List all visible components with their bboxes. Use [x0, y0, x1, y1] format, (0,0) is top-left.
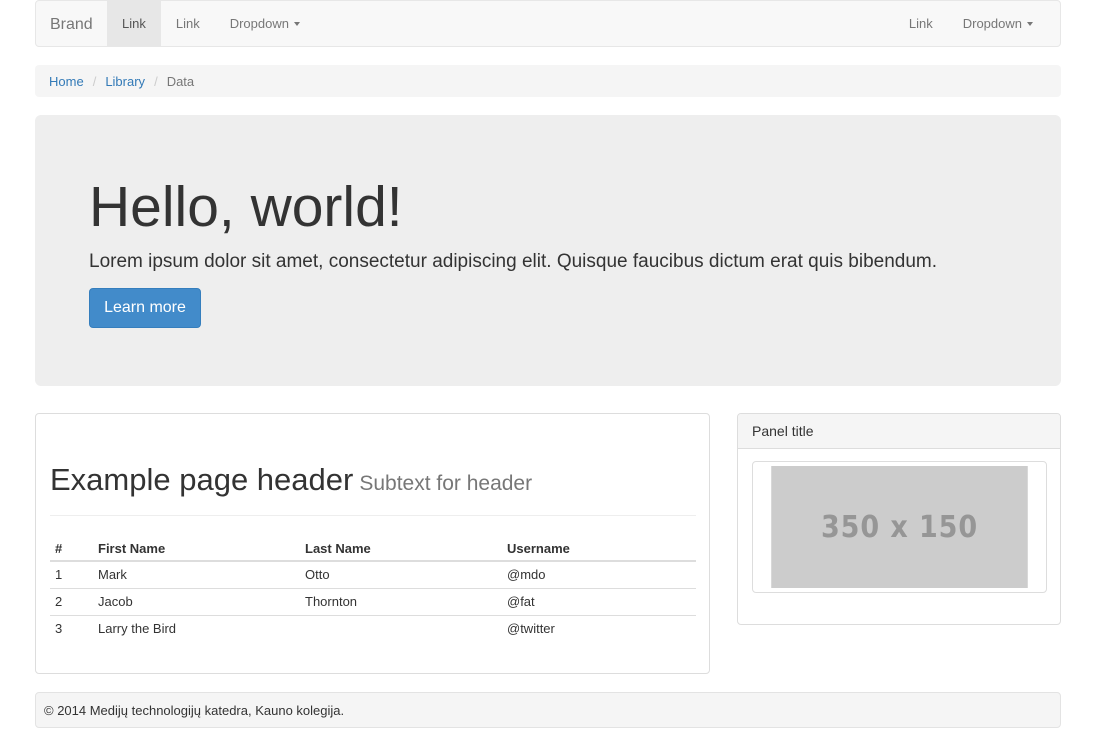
nav-link-1-label: Link [122, 16, 146, 31]
breadcrumb: Home / Library / Data [35, 65, 1061, 97]
nav-link-2[interactable]: Link [161, 1, 215, 46]
table-cell: @mdo [502, 561, 696, 589]
breadcrumb-home[interactable]: Home [49, 74, 84, 89]
caret-down-icon [293, 22, 300, 26]
navbar-right-menu: Link Dropdown [894, 1, 1048, 46]
table-cell: Mark [93, 561, 300, 589]
jumbotron-title: Hello, world! [89, 175, 403, 239]
footer: © 2014 Medijų technologijų katedra, Kaun… [35, 692, 1061, 728]
nav-link-2-label: Link [175, 16, 200, 31]
side-panel-heading: Panel title [738, 414, 1060, 449]
table-row: 1 Mark Otto @mdo [50, 561, 696, 589]
table-row: 2 Jacob Thornton @fat [50, 588, 696, 616]
page-header-title: Example page header Subtext for header [50, 458, 696, 506]
table-cell: Jacob [93, 588, 300, 616]
table-cell: Larry the Bird [98, 621, 177, 637]
nav-link-1[interactable]: Link [107, 1, 161, 46]
table-cell: 1 [50, 561, 93, 589]
nav-link-right-label: Link [908, 16, 933, 31]
nav-dropdown-right-label: Dropdown [962, 16, 1022, 31]
navbar-brand[interactable]: Brand [50, 1, 93, 46]
column-header-last-name: Last Name [300, 534, 502, 562]
jumbotron-text: Lorem ipsum dolor sit amet, consectetur … [89, 251, 938, 272]
navbar: Brand Link Link Dropdown Link Dropdown [35, 0, 1061, 47]
nav-dropdown-left-label: Dropdown [229, 16, 289, 31]
learn-more-button[interactable]: Learn more [89, 288, 201, 328]
placeholder-image-label: 350 x 150 [820, 509, 979, 545]
page: Brand Link Link Dropdown Link Dropdown H… [0, 0, 1094, 737]
table-cell: @fat [502, 588, 696, 616]
column-header-username: Username [502, 534, 696, 562]
table-cell: @twitter [507, 621, 555, 637]
table-header-row: # First Name Last Name Username [50, 534, 696, 562]
breadcrumb-current: Data [166, 73, 195, 89]
thumbnail: 350 x 150 [752, 461, 1047, 593]
side-panel: Panel title 350 x 150 [737, 413, 1061, 625]
nav-link-right[interactable]: Link [894, 1, 948, 46]
side-panel-title: Panel title [752, 423, 814, 439]
breadcrumb-separator: / [92, 73, 97, 89]
nav-dropdown-left[interactable]: Dropdown [215, 1, 315, 46]
page-header-title-text: Example page header [50, 462, 354, 497]
page-header-subtext: Subtext for header [359, 472, 533, 495]
table-row: 3 Larry the Bird @twitter [50, 615, 696, 642]
table-cell: 3 [55, 621, 63, 637]
table-cell: 2 [50, 588, 93, 616]
column-header-number: # [50, 534, 93, 562]
placeholder-image: 350 x 150 [771, 466, 1028, 588]
table-cell [300, 615, 502, 642]
table-cell: Otto [300, 561, 502, 589]
caret-down-icon [1027, 22, 1033, 26]
navbar-left-menu: Link Link Dropdown [107, 1, 315, 46]
table-cell: Thornton [300, 588, 502, 616]
breadcrumb-library[interactable]: Library [105, 74, 145, 89]
users-table: # First Name Last Name Username 1 Mark O… [50, 534, 696, 642]
breadcrumb-separator: / [154, 73, 158, 89]
page-header: Example page header Subtext for header [50, 458, 696, 516]
jumbotron: Hello, world! Lorem ipsum dolor sit amet… [35, 115, 1061, 386]
main-panel: Example page header Subtext for header # … [35, 413, 710, 674]
nav-dropdown-right[interactable]: Dropdown [948, 1, 1048, 46]
footer-text: © 2014 Medijų technologijų katedra, Kaun… [44, 702, 345, 718]
column-header-first-name: First Name [93, 534, 300, 562]
